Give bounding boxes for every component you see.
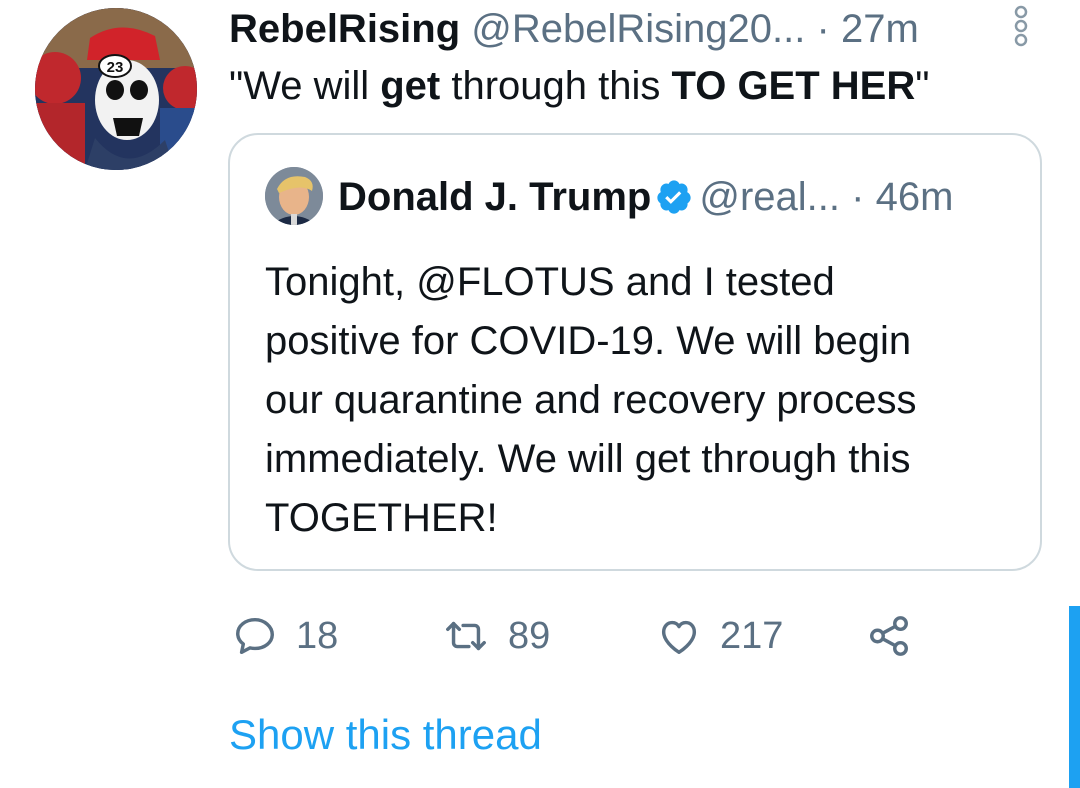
avatar-badge-text: 23 xyxy=(107,59,124,76)
quoted-text-line: TOGETHER! xyxy=(265,496,498,540)
quoted-tweet-text: Tonight, @FLOTUS and I tested positive f… xyxy=(265,253,1025,548)
share-icon xyxy=(866,613,912,659)
heart-icon xyxy=(656,613,702,659)
share-button[interactable] xyxy=(866,608,912,664)
like-count: 217 xyxy=(720,614,784,657)
tweet-text-part: "We will xyxy=(229,64,381,108)
tweet-text-part: through this xyxy=(440,64,672,108)
tweet-action-bar: 18 89 217 xyxy=(232,608,932,664)
tweet-text-bold: TO GET HER xyxy=(671,64,916,108)
display-name[interactable]: RebelRising xyxy=(229,7,460,51)
quoted-text-line: positive for COVID-19. We will begin xyxy=(265,319,912,363)
separator-dot: · xyxy=(816,7,830,51)
timestamp[interactable]: 27m xyxy=(841,7,919,51)
scroll-indicator[interactable] xyxy=(1069,606,1080,788)
show-thread-link[interactable]: Show this thread xyxy=(229,710,542,760)
quoted-user-handle: @real... xyxy=(699,175,841,219)
quoted-timestamp: 46m xyxy=(875,175,954,219)
quoted-user-avatar xyxy=(265,167,323,225)
quoted-text-line: immediately. We will get through this xyxy=(265,437,911,481)
tweet-text-bold: get xyxy=(380,64,441,108)
like-button[interactable]: 217 xyxy=(656,608,783,664)
quoted-text-line: our quarantine and recovery process xyxy=(265,378,917,422)
verified-badge-icon xyxy=(655,178,693,216)
reply-count: 18 xyxy=(296,614,339,657)
quoted-display-name: Donald J. Trump xyxy=(338,175,652,219)
tweet-text: "We will get through this TO GET HER" xyxy=(229,62,929,110)
quoted-avatar-image xyxy=(265,167,323,225)
quoted-tweet-header: Donald J. Trump @real... · 46m xyxy=(338,173,953,221)
quoted-tweet-card[interactable]: Donald J. Trump @real... · 46m Tonight, @… xyxy=(228,133,1042,571)
retweet-button[interactable]: 89 xyxy=(442,608,550,664)
retweet-count: 89 xyxy=(508,614,551,657)
separator-dot: · xyxy=(851,175,865,219)
tweet-header: RebelRising @RebelRising20... · 27m xyxy=(229,6,919,52)
user-avatar[interactable]: 23 xyxy=(35,8,197,170)
quoted-text-line: Tonight, @FLOTUS and I tested xyxy=(265,260,835,304)
avatar-image: 23 xyxy=(35,8,197,170)
more-vertical-icon[interactable] xyxy=(1010,4,1032,48)
retweet-icon xyxy=(442,613,490,659)
tweet-text-part: " xyxy=(915,64,930,108)
reply-button[interactable]: 18 xyxy=(232,608,338,664)
reply-icon xyxy=(232,613,278,659)
user-handle[interactable]: @RebelRising20... xyxy=(471,7,805,51)
